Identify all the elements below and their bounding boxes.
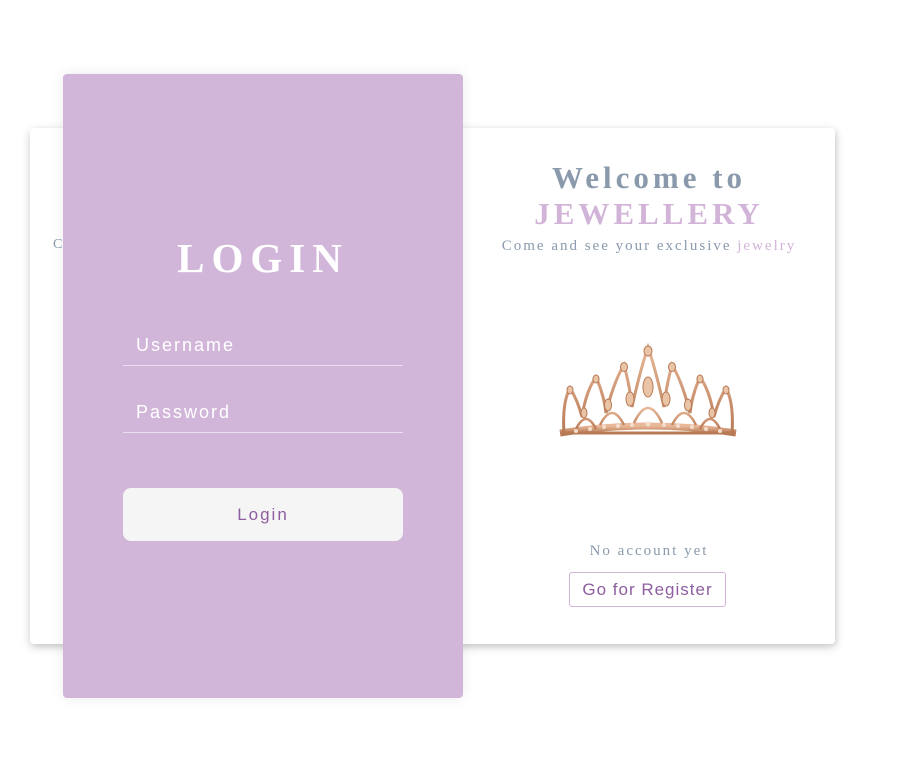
username-field[interactable] — [123, 326, 403, 366]
login-panel: LOGIN Login — [63, 74, 463, 698]
welcome-title: Welcome to — [551, 160, 747, 195]
tagline-accent: jewelry — [737, 238, 797, 254]
no-account-text: No account yet — [589, 543, 709, 559]
tagline: Come and see your exclusive jewelry — [463, 238, 835, 255]
login-button[interactable]: Login — [123, 488, 403, 541]
tagline-prefix: Come and see your exclusive — [501, 238, 738, 254]
register-button[interactable]: Go for Register — [569, 572, 726, 607]
brand-title: JEWELLERY — [534, 196, 764, 231]
crown-icon — [559, 343, 737, 437]
welcome-panel: Welcome to JEWELLERY Come and see your e… — [463, 128, 835, 644]
password-field[interactable] — [123, 393, 403, 433]
login-heading: LOGIN — [177, 235, 349, 281]
